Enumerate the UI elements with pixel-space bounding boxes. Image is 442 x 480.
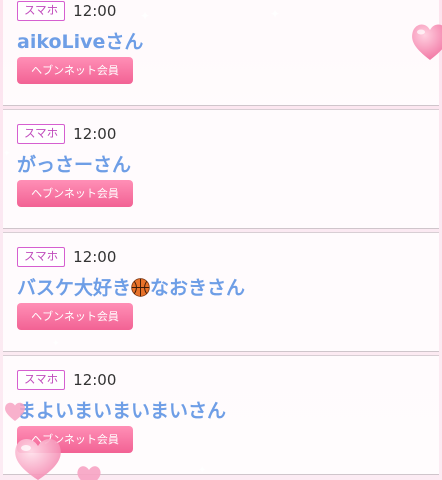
timestamp: 12:00 xyxy=(73,248,117,266)
timestamp: 12:00 xyxy=(73,371,117,389)
item-meta: スマホ 12:00 xyxy=(17,124,116,144)
device-badge: スマホ xyxy=(17,124,66,144)
member-button[interactable]: ヘブンネット会員 xyxy=(17,180,133,207)
list-item[interactable]: スマホ 12:00 aikoLiveさん ヘブンネット会員 xyxy=(3,0,439,106)
device-badge: スマホ xyxy=(17,247,66,267)
device-badge: スマホ xyxy=(17,1,66,21)
member-button[interactable]: ヘブンネット会員 xyxy=(17,303,133,330)
user-name[interactable]: バスケ大好き なおきさん xyxy=(17,273,245,300)
item-meta: スマホ 12:00 xyxy=(17,370,116,390)
member-button[interactable]: ヘブンネット会員 xyxy=(17,57,133,84)
basketball-icon xyxy=(131,278,150,297)
user-name[interactable]: まよいまいまいまいさん xyxy=(17,396,226,423)
user-name[interactable]: aikoLiveさん xyxy=(17,27,143,54)
device-badge: スマホ xyxy=(17,370,66,390)
timestamp: 12:00 xyxy=(73,2,117,20)
user-list: スマホ 12:00 aikoLiveさん ヘブンネット会員 スマホ 12:00 … xyxy=(0,0,442,480)
list-item[interactable]: スマホ 12:00 バスケ大好き なおきさん ヘブンネット会員 xyxy=(3,232,439,352)
user-name-part: バスケ大好き xyxy=(17,277,132,299)
member-button[interactable]: ヘブンネット会員 xyxy=(17,426,133,453)
list-item[interactable]: スマホ 12:00 まよいまいまいまいさん ヘブンネット会員 xyxy=(3,355,439,475)
user-name[interactable]: がっさーさん xyxy=(17,150,131,177)
item-meta: スマホ 12:00 xyxy=(17,1,116,21)
list-item[interactable]: スマホ 12:00 がっさーさん ヘブンネット会員 xyxy=(3,109,439,229)
timestamp: 12:00 xyxy=(73,125,117,143)
item-meta: スマホ 12:00 xyxy=(17,247,116,267)
user-name-part: なおきさん xyxy=(150,277,246,299)
